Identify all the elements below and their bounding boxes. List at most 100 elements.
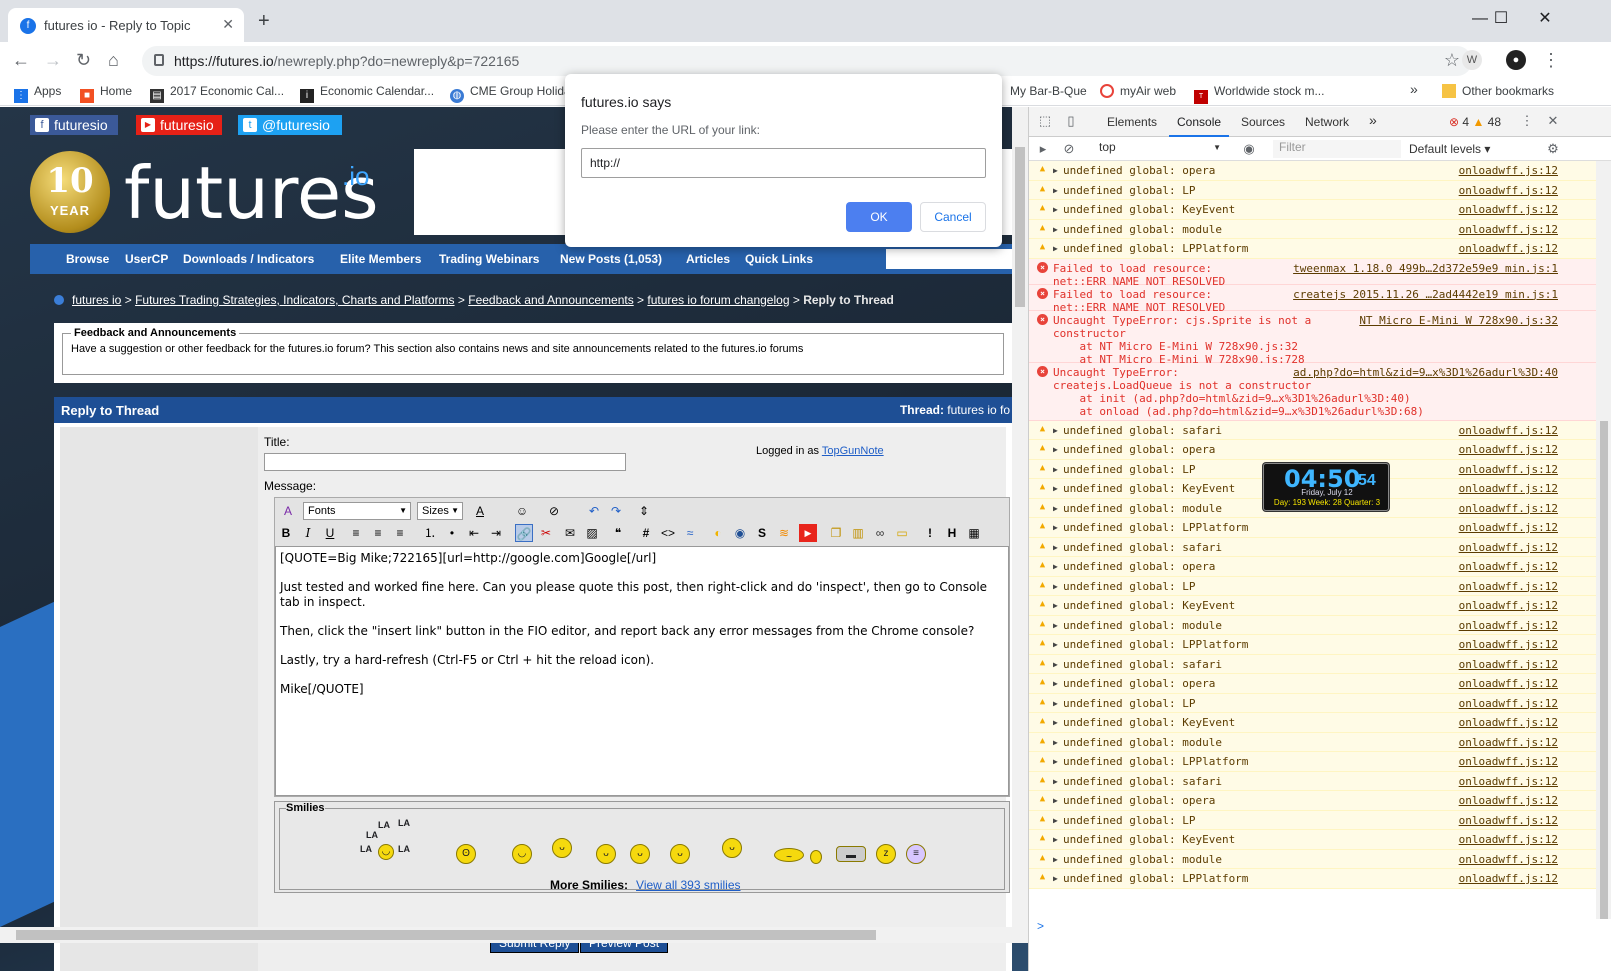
- log-source-link[interactable]: onloadwff.js:12: [1459, 242, 1558, 255]
- php-icon[interactable]: ≈: [681, 524, 699, 542]
- expand-triangle-icon[interactable]: ▶: [1053, 853, 1058, 866]
- nav-quick-links[interactable]: Quick Links: [745, 252, 813, 266]
- site-search-input[interactable]: [886, 249, 1012, 269]
- settings-gear-icon[interactable]: ⚙: [1545, 141, 1561, 157]
- log-source-link[interactable]: onloadwff.js:12: [1459, 521, 1558, 534]
- console-warning-row[interactable]: ▲ ▶ undefined global: LPPlatform onloadwff.…: [1029, 869, 1596, 889]
- log-source-link[interactable]: onloadwff.js:12: [1459, 203, 1558, 216]
- console-warning-row[interactable]: ▲ ▶ undefined global: safari onloadwff.js:1…: [1029, 771, 1596, 791]
- ok-button[interactable]: OK: [846, 202, 912, 232]
- eye-icon[interactable]: ◉: [1241, 141, 1257, 157]
- nav-downloads[interactable]: Downloads / Indicators: [183, 252, 314, 266]
- console-error-row[interactable]: × Failed to load resource: net::ERR_NAME_…: [1029, 284, 1596, 314]
- smiley-icon[interactable]: ☺: [513, 502, 531, 520]
- remove-format-icon[interactable]: A: [279, 502, 297, 520]
- tab-sources[interactable]: Sources: [1241, 115, 1285, 129]
- smilie-gun-icon[interactable]: ▬: [836, 846, 866, 862]
- twitter-link[interactable]: t @futuresio: [238, 115, 342, 135]
- expand-triangle-icon[interactable]: ▶: [1053, 755, 1058, 768]
- console-prompt[interactable]: >: [1037, 919, 1044, 933]
- indent-icon[interactable]: ⇥: [487, 524, 505, 542]
- log-source-link[interactable]: onloadwff.js:12: [1459, 482, 1558, 495]
- cancel-button[interactable]: Cancel: [920, 202, 986, 232]
- console-error-row[interactable]: × Uncaught TypeError: cjs.Sprite is not a…: [1029, 310, 1596, 366]
- table-icon[interactable]: ▦: [965, 524, 983, 542]
- log-source-link[interactable]: onloadwff.js:12: [1459, 833, 1558, 846]
- html-icon[interactable]: <>: [659, 524, 677, 542]
- site-logo[interactable]: 10 YEAR futures .io: [30, 149, 410, 239]
- context-select[interactable]: top ▼: [1093, 140, 1227, 158]
- facebook-link[interactable]: f futuresio: [30, 115, 118, 135]
- ordered-list-icon[interactable]: ⒈: [421, 524, 439, 542]
- scrollbar-thumb[interactable]: [16, 930, 876, 940]
- expand-triangle-icon[interactable]: ▶: [1053, 677, 1058, 690]
- align-center-icon[interactable]: ≡: [369, 524, 387, 542]
- clear-console-icon[interactable]: ⊘: [1061, 141, 1077, 157]
- copy-icon[interactable]: ❐: [827, 524, 845, 542]
- size-select[interactable]: Sizes ▼: [417, 502, 463, 520]
- nav-new-posts[interactable]: New Posts (1,053): [560, 252, 662, 266]
- smilie-smile-icon[interactable]: ◡: [512, 844, 532, 864]
- expand-triangle-icon[interactable]: ▶: [1053, 502, 1058, 515]
- log-source-link[interactable]: ad.php?do=html&zid=9…x%3D1%26adurl%3D:40: [1293, 366, 1558, 379]
- console-warning-row[interactable]: ▲ ▶ undefined global: LPPlatform onloadwff.…: [1029, 635, 1596, 655]
- issue-counts[interactable]: ⊗ 4 ▲ 48: [1449, 115, 1501, 129]
- nav-trading-webinars[interactable]: Trading Webinars: [439, 252, 539, 266]
- expand-triangle-icon[interactable]: ▶: [1053, 203, 1058, 216]
- console-warning-row[interactable]: ▲ ▶ undefined global: LPPlatform onloadwff.…: [1029, 239, 1596, 259]
- ticket-icon[interactable]: ▭: [893, 524, 911, 542]
- console-warning-row[interactable]: ▲ ▶ undefined global: LPPlatform onloadwff.…: [1029, 518, 1596, 538]
- nav-articles[interactable]: Articles: [686, 252, 730, 266]
- expand-triangle-icon[interactable]: ▶: [1053, 560, 1058, 573]
- log-source-link[interactable]: onloadwff.js:12: [1459, 638, 1558, 651]
- outdent-icon[interactable]: ⇤: [465, 524, 483, 542]
- console-warning-row[interactable]: ▲ ▶ undefined global: opera onloadwff.js:12: [1029, 440, 1596, 460]
- log-source-link[interactable]: onloadwff.js:12: [1459, 872, 1558, 885]
- log-source-link[interactable]: tweenmax 1.18.0 499b…2d372e59e9 min.js:1: [1293, 262, 1558, 275]
- expand-triangle-icon[interactable]: ▶: [1053, 443, 1058, 456]
- expand-triangle-icon[interactable]: ▶: [1053, 716, 1058, 729]
- insert-email-icon[interactable]: ✉: [561, 524, 579, 542]
- smilie-sleepy-icon[interactable]: z: [876, 844, 896, 864]
- log-source-link[interactable]: onloadwff.js:12: [1459, 223, 1558, 236]
- url-input[interactable]: http://: [581, 148, 986, 178]
- book-icon[interactable]: ▥: [849, 524, 867, 542]
- expand-triangle-icon[interactable]: ▶: [1053, 638, 1058, 651]
- forward-icon[interactable]: →: [44, 48, 62, 72]
- log-source-link[interactable]: onloadwff.js:12: [1459, 424, 1558, 437]
- circle-icon[interactable]: ◉: [731, 524, 749, 542]
- log-source-link[interactable]: createjs 2015.11.26 …2ad4442e19 min.js:1: [1293, 288, 1558, 301]
- exclamation-icon[interactable]: !: [921, 524, 939, 542]
- align-right-icon[interactable]: ≡: [391, 524, 409, 542]
- back-icon[interactable]: ←: [12, 48, 30, 72]
- smilie-ninja-icon[interactable]: ᴗ: [596, 844, 616, 864]
- console-warning-row[interactable]: ▲ ▶ undefined global: LP onloadwff.js:12: [1029, 180, 1596, 200]
- breadcrumb-changelog[interactable]: futures io forum changelog: [647, 293, 789, 307]
- breadcrumb-strategies[interactable]: Futures Trading Strategies, Indicators, …: [135, 293, 454, 307]
- bookmark-myair[interactable]: myAir web: [1100, 84, 1176, 98]
- italic-icon[interactable]: I: [299, 524, 317, 542]
- smilie-sick-icon[interactable]: ʘ: [456, 844, 476, 864]
- log-source-link[interactable]: onloadwff.js:12: [1459, 599, 1558, 612]
- expand-triangle-icon[interactable]: ▶: [1053, 424, 1058, 437]
- console-warning-row[interactable]: ▲ ▶ undefined global: safari onloadwff.js:1…: [1029, 537, 1596, 557]
- resize-icon[interactable]: ⇕: [635, 502, 653, 520]
- expand-triangle-icon[interactable]: ▶: [1053, 794, 1058, 807]
- tab-overflow[interactable]: »: [1369, 112, 1377, 128]
- attach-icon[interactable]: ⊘: [545, 502, 563, 520]
- title-input[interactable]: [264, 453, 626, 471]
- log-source-link[interactable]: onloadwff.js:12: [1459, 736, 1558, 749]
- bookmarks-overflow[interactable]: »: [1410, 81, 1418, 97]
- code-icon[interactable]: #: [637, 524, 655, 542]
- log-source-link[interactable]: onloadwff.js:12: [1459, 184, 1558, 197]
- expand-triangle-icon[interactable]: ▶: [1053, 658, 1058, 671]
- extension-w-icon[interactable]: W: [1462, 50, 1482, 70]
- expand-triangle-icon[interactable]: ▶: [1053, 599, 1058, 612]
- scrollbar-thumb[interactable]: [1015, 147, 1025, 307]
- expand-triangle-icon[interactable]: ▶: [1053, 775, 1058, 788]
- log-source-link[interactable]: onloadwff.js:12: [1459, 164, 1558, 177]
- quote-icon[interactable]: ❝: [609, 524, 627, 542]
- expand-triangle-icon[interactable]: ▶: [1053, 223, 1058, 236]
- bookmark-economic-cal[interactable]: ▤ 2017 Economic Cal...: [150, 84, 284, 103]
- expand-triangle-icon[interactable]: ▶: [1053, 619, 1058, 632]
